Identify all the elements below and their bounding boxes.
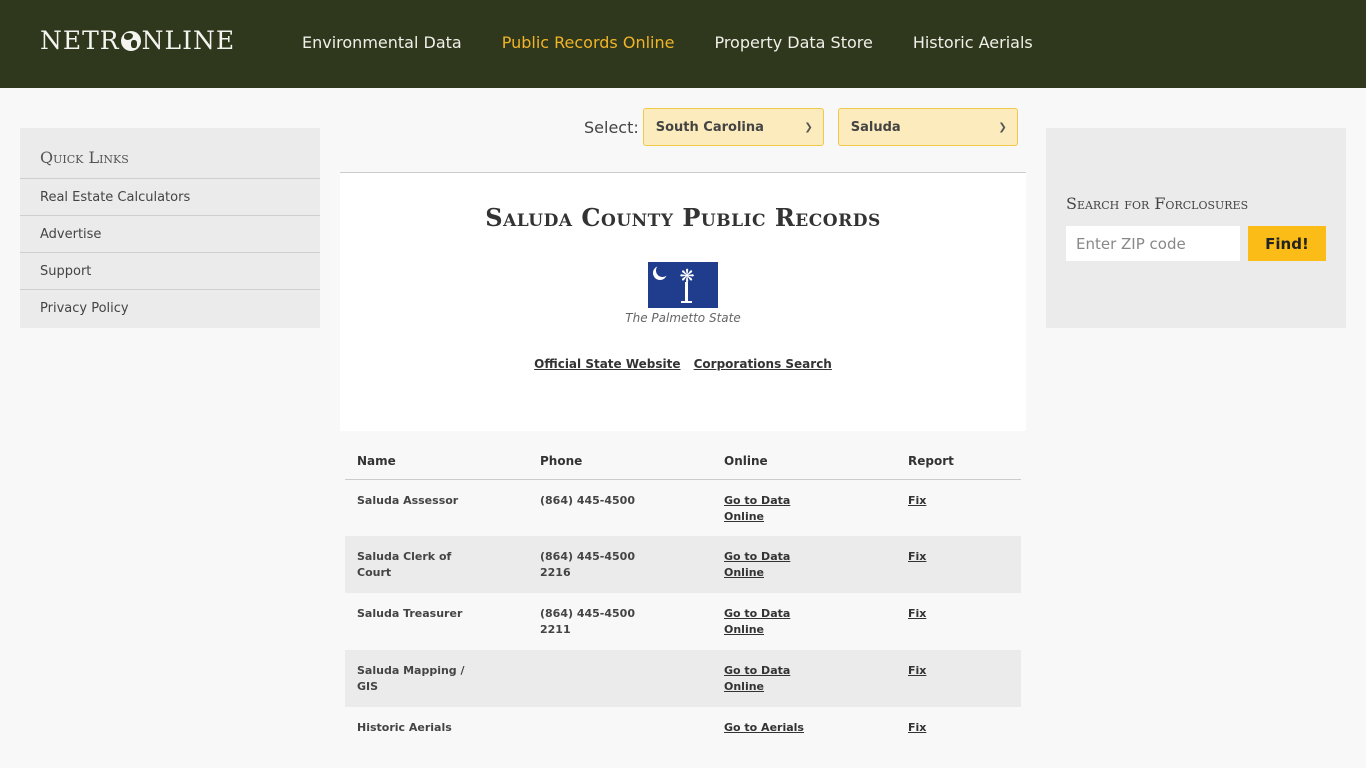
go-to-data-online-link[interactable]: Go to Data Online (724, 606, 799, 638)
record-phone: (864) 445-4500 2211 (540, 607, 635, 636)
flag-caption: The Palmetto State (625, 311, 741, 325)
go-to-data-online-link[interactable]: Go to Data Online (724, 549, 799, 581)
logo-text-right: NLINE (141, 26, 236, 55)
nav-property-data-store[interactable]: Property Data Store (714, 33, 872, 52)
globe-icon (120, 30, 141, 51)
palmetto-base (681, 301, 692, 303)
crescent-moon-icon (653, 264, 669, 280)
chevron-down-icon: ❯ (998, 121, 1007, 133)
quick-link-advertise[interactable]: Advertise (20, 216, 320, 253)
county-select-value: Saluda (850, 119, 901, 135)
fix-link[interactable]: Fix (908, 664, 926, 677)
header-report: Report (896, 432, 1021, 480)
palmetto-trunk (685, 282, 688, 302)
location-selector: Select: South Carolina ❯ Saluda ❯ (584, 108, 1018, 146)
netronline-logo[interactable]: NETR NLINE (40, 26, 235, 55)
quick-link-support[interactable]: Support (20, 253, 320, 290)
quick-link-privacy-policy[interactable]: Privacy Policy (20, 290, 320, 327)
record-name: Saluda Clerk of Court (357, 550, 452, 579)
state-links: Official State Website Corporations Sear… (340, 353, 1026, 372)
record-name: Saluda Treasurer (357, 607, 463, 620)
county-info-card: Saluda County Public Records ❋ The Palme… (340, 172, 1026, 431)
go-to-aerials-link[interactable]: Go to Aerials (724, 721, 804, 734)
go-to-data-online-link[interactable]: Go to Data Online (724, 663, 799, 695)
table-row: Saluda Mapping / GIS Go to Data Online F… (345, 650, 1021, 707)
record-name: Historic Aerials (357, 721, 452, 734)
header-phone: Phone (528, 432, 712, 480)
quick-links-panel: Quick Links Real Estate Calculators Adve… (20, 128, 320, 328)
record-phone: (864) 445-4500 (540, 493, 635, 507)
foreclosure-search-panel: Search for Forclosures Find! (1046, 128, 1346, 328)
fix-link[interactable]: Fix (908, 607, 926, 620)
state-select[interactable]: South Carolina ❯ (642, 108, 824, 146)
table-header-row: Name Phone Online Report (345, 432, 1021, 480)
county-select[interactable]: Saluda ❯ (837, 108, 1018, 146)
records-table: Name Phone Online Report Saluda Assessor… (345, 432, 1021, 764)
zip-code-input[interactable] (1066, 226, 1240, 261)
header-name: Name (345, 432, 528, 480)
go-to-data-online-link[interactable]: Go to Data Online (724, 493, 799, 525)
record-name: Saluda Mapping / GIS (357, 664, 465, 693)
south-carolina-flag-icon: ❋ (648, 262, 718, 308)
record-name: Saluda Assessor (357, 493, 459, 507)
table-row: Saluda Assessor (864) 445-4500 Go to Dat… (345, 479, 1021, 536)
select-label: Select: (584, 117, 639, 137)
fix-link[interactable]: Fix (908, 550, 926, 563)
state-select-value: South Carolina (655, 119, 764, 135)
top-navigation-bar: NETR NLINE Environmental Data Public Reco… (0, 0, 1366, 88)
table-row: Saluda Treasurer (864) 445-4500 2211 Go … (345, 593, 1021, 650)
table-row: Historic Aerials Go to Aerials Fix (345, 707, 1021, 764)
main-nav: Environmental Data Public Records Online… (302, 33, 1033, 52)
fix-link[interactable]: Fix (908, 494, 926, 507)
nav-historic-aerials[interactable]: Historic Aerials (913, 33, 1033, 52)
quick-links-title: Quick Links (20, 128, 320, 179)
fix-link[interactable]: Fix (908, 721, 926, 734)
nav-public-records-online[interactable]: Public Records Online (502, 33, 675, 52)
corporations-search-link[interactable]: Corporations Search (694, 357, 832, 371)
record-phone: (864) 445-4500 2216 (540, 550, 635, 579)
header-online: Online (712, 432, 896, 480)
nav-environmental-data[interactable]: Environmental Data (302, 33, 462, 52)
logo-text-left: NETR (40, 26, 120, 55)
foreclosure-title: Search for Forclosures (1066, 194, 1249, 213)
table-row: Saluda Clerk of Court (864) 445-4500 221… (345, 536, 1021, 593)
chevron-down-icon: ❯ (804, 121, 813, 133)
official-state-website-link[interactable]: Official State Website (534, 357, 680, 371)
page-title: Saluda County Public Records (485, 203, 881, 232)
find-button[interactable]: Find! (1248, 226, 1326, 261)
quick-link-real-estate-calculators[interactable]: Real Estate Calculators (20, 179, 320, 216)
